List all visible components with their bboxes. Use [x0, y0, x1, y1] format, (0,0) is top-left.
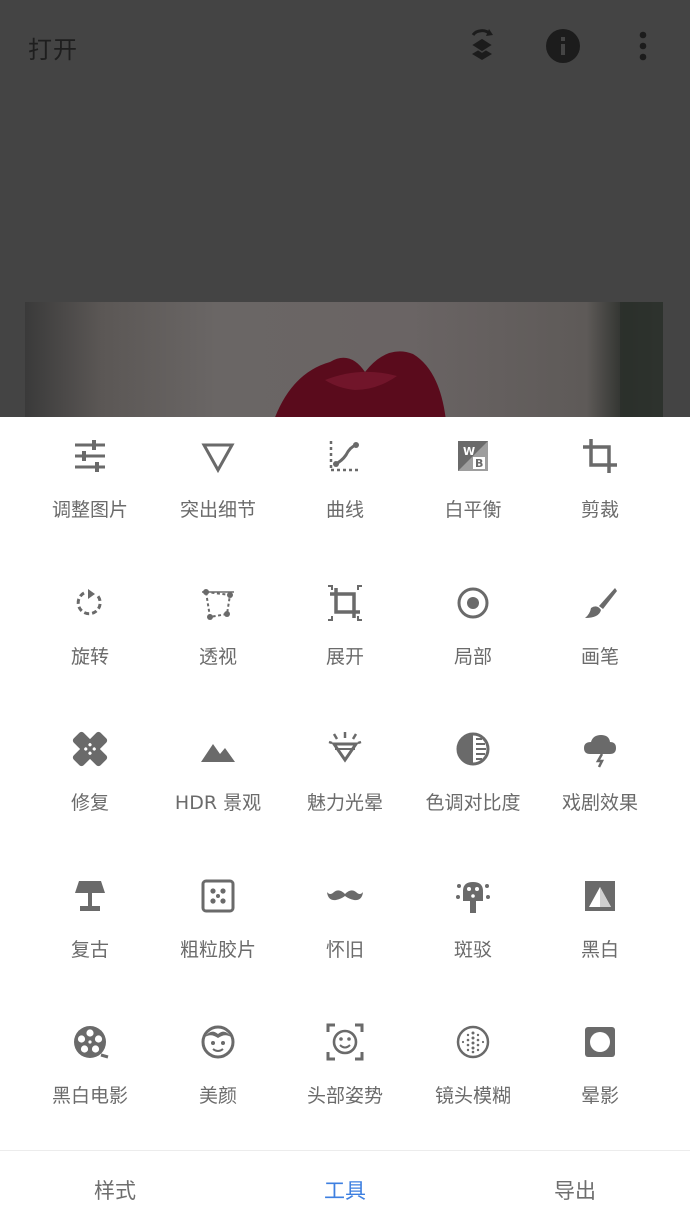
retrolux-mustache-icon — [327, 890, 363, 901]
tool-vintage-lamp[interactable]: 复古 — [21, 857, 159, 1003]
face-enhance-icon — [201, 1025, 235, 1059]
tool-details-triangle[interactable]: 突出细节 — [149, 417, 287, 563]
tool-hdr-mountains[interactable]: HDR 景观 — [149, 710, 287, 856]
tool-black-white[interactable]: 黑白 — [531, 857, 669, 1003]
tool-label: HDR 景观 — [174, 792, 262, 814]
tool-brush[interactable]: 画笔 — [531, 564, 669, 710]
tool-label: 曲线 — [325, 499, 364, 521]
tool-label: 修复 — [70, 792, 109, 814]
tool-label: 怀旧 — [325, 939, 364, 961]
rotate-icon — [76, 589, 102, 616]
tool-face-enhance[interactable]: 美颜 — [149, 1003, 287, 1149]
tool-label: 头部姿势 — [306, 1085, 383, 1107]
tool-noir-film-reel[interactable]: 黑白电影 — [21, 1003, 159, 1149]
curves-icon — [329, 441, 360, 472]
grainy-film-icon — [201, 879, 235, 913]
image-preview-area: 打开 — [0, 0, 690, 417]
noir-film-reel-icon — [74, 1026, 109, 1059]
tool-label: 粗粒胶片 — [179, 939, 256, 961]
tool-label: 展开 — [325, 646, 364, 668]
selective-icon — [457, 587, 489, 619]
tool-label: 旋转 — [70, 646, 109, 668]
tonal-contrast-icon — [456, 732, 490, 766]
tool-label: 晕影 — [580, 1085, 619, 1107]
tool-grunge[interactable]: 斑驳 — [404, 857, 542, 1003]
bottom-navigation: 样式 工具 导出 — [0, 1150, 690, 1228]
tab-tools[interactable]: 工具 — [285, 1175, 405, 1205]
tool-label: 黑白 — [580, 939, 619, 961]
healing-icon — [72, 731, 108, 767]
more-vert-icon[interactable] — [623, 26, 663, 66]
tool-drama-cloud[interactable]: 戏剧效果 — [531, 710, 669, 856]
tool-label: 突出细节 — [179, 499, 256, 521]
drama-cloud-icon — [584, 735, 616, 768]
crop-icon — [583, 439, 617, 473]
perspective-icon — [202, 589, 234, 620]
hdr-mountains-icon — [201, 744, 235, 762]
tool-tune[interactable]: 调整图片 — [21, 417, 159, 563]
tool-label: 局部 — [453, 646, 492, 668]
lens-blur-icon — [456, 1025, 490, 1059]
tool-label: 调整图片 — [51, 499, 128, 521]
tool-label: 白平衡 — [444, 499, 502, 521]
tool-expand[interactable]: 展开 — [276, 564, 414, 710]
tool-crop[interactable]: 剪裁 — [531, 417, 669, 563]
tab-styles[interactable]: 样式 — [55, 1175, 175, 1205]
tools-grid: 调整图片 突出细节 曲线 WBB 白平衡 剪裁旋转 透视 展开 局部 画笔修复 HDR 景观 魅力光晕… — [0, 417, 690, 1150]
tool-white-balance[interactable]: WBB 白平衡 — [404, 417, 542, 563]
tool-label: 美颜 — [198, 1085, 237, 1107]
tool-rotate[interactable]: 旋转 — [21, 564, 159, 710]
tool-tonal-contrast[interactable]: 色调对比度 — [404, 710, 542, 856]
brush-icon — [585, 588, 617, 618]
grunge-icon — [456, 882, 490, 913]
tool-label: 魅力光晕 — [306, 792, 383, 814]
tool-label: 剪裁 — [580, 499, 619, 521]
tool-retrolux-mustache[interactable]: 怀旧 — [276, 857, 414, 1003]
tab-export[interactable]: 导出 — [515, 1175, 635, 1205]
tool-selective[interactable]: 局部 — [404, 564, 542, 710]
tool-label: 镜头模糊 — [434, 1085, 511, 1107]
tool-label: 透视 — [198, 646, 237, 668]
layers-swap-icon[interactable] — [462, 26, 502, 66]
info-icon[interactable] — [543, 26, 583, 66]
svg-text:W: W — [463, 445, 475, 458]
tool-grainy-film[interactable]: 粗粒胶片 — [149, 857, 287, 1003]
svg-text:B: B — [475, 457, 483, 470]
photo-preview — [25, 302, 663, 417]
tool-label: 色调对比度 — [425, 792, 521, 814]
glamour-glow-icon — [328, 732, 362, 763]
vignette-icon — [585, 1027, 615, 1057]
tool-label: 画笔 — [580, 646, 619, 668]
tool-glamour-glow[interactable]: 魅力光晕 — [276, 710, 414, 856]
tool-label: 戏剧效果 — [561, 792, 638, 814]
tool-label: 复古 — [70, 939, 109, 961]
tool-vignette[interactable]: 晕影 — [531, 1003, 669, 1149]
tool-healing[interactable]: 修复 — [21, 710, 159, 856]
tool-curves[interactable]: 曲线 — [276, 417, 414, 563]
vintage-lamp-icon — [75, 881, 105, 911]
tool-lens-blur[interactable]: 镜头模糊 — [404, 1003, 542, 1149]
white-balance-icon: WBB — [458, 441, 488, 471]
details-triangle-icon — [201, 443, 235, 474]
tool-head-pose[interactable]: 头部姿势 — [276, 1003, 414, 1149]
tool-label: 黑白电影 — [51, 1085, 128, 1107]
black-white-icon — [585, 881, 615, 911]
head-pose-icon — [326, 1023, 364, 1061]
open-button[interactable]: 打开 — [28, 30, 78, 65]
tune-icon — [75, 440, 105, 472]
tool-perspective[interactable]: 透视 — [149, 564, 287, 710]
expand-icon — [328, 585, 362, 621]
tool-label: 斑驳 — [453, 939, 492, 961]
